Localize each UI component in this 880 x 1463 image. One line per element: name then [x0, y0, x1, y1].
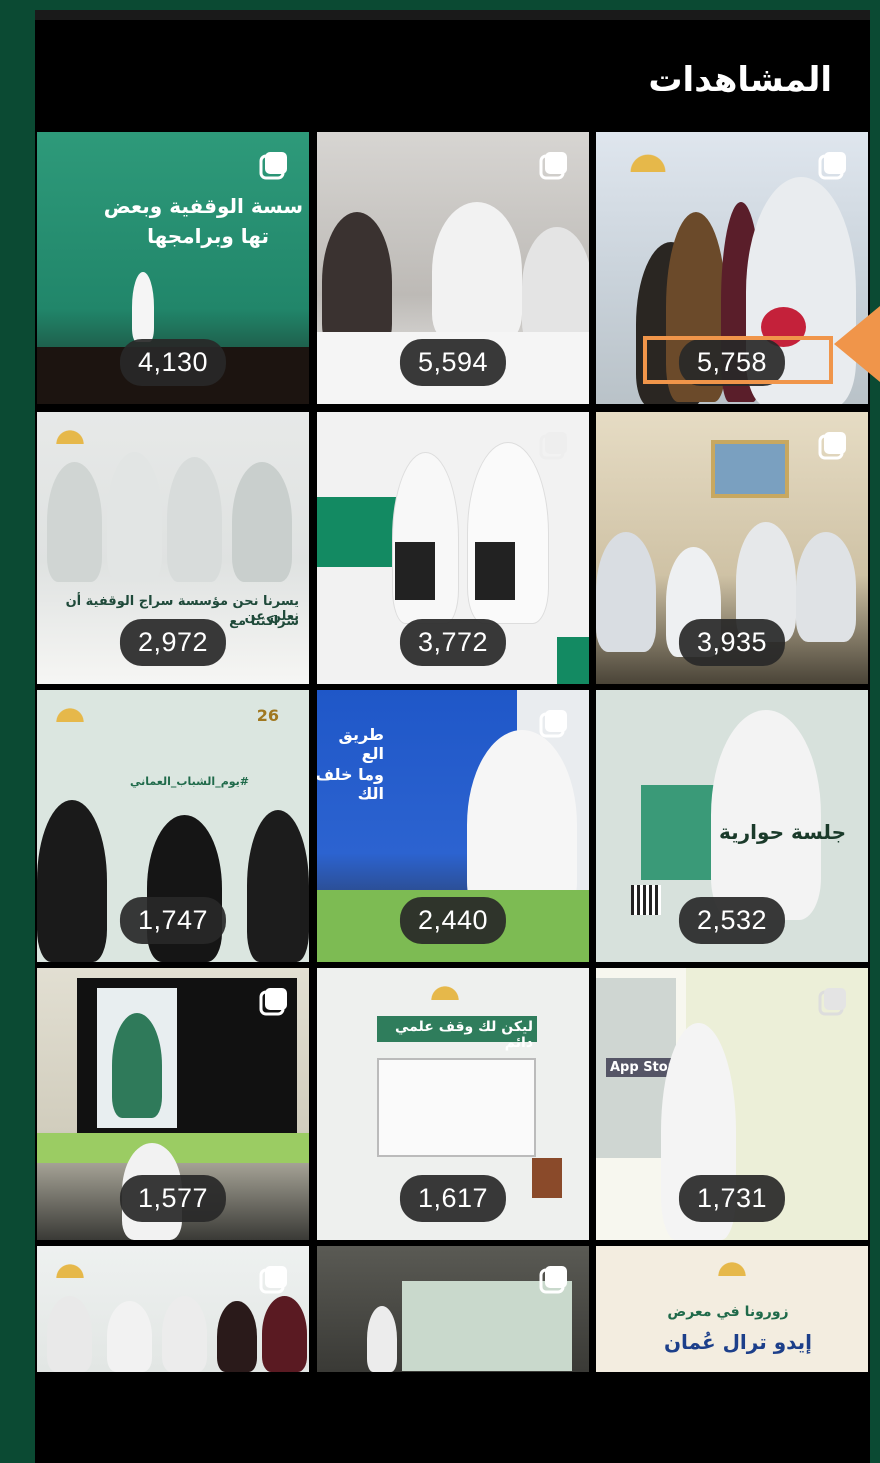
phone-screen: المشاهدات 5,758 5,594 سسة الوقفية وبعض ت…	[35, 10, 870, 1463]
overlay-line-1: سسة الوقفية وبعض	[103, 194, 303, 218]
view-count-badge: 3,935	[678, 619, 786, 666]
multi-post-icon	[539, 430, 569, 460]
view-count-badge: 5,594	[399, 339, 507, 386]
grid-tile-14[interactable]	[317, 1246, 589, 1372]
overlay-line-1: طريق الع	[338, 725, 384, 763]
overlay-line-1: زورونا في معرض	[667, 1304, 789, 1320]
multi-post-icon	[818, 430, 848, 460]
sun-logo-icon	[618, 142, 678, 172]
sun-logo-icon	[47, 420, 93, 444]
view-count-badge: 5,758	[678, 339, 786, 386]
view-count-badge: 2,972	[119, 619, 227, 666]
grid-tile-13[interactable]: زورونا في معرض إيدو ترال عُمان	[596, 1246, 868, 1372]
sun-logo-icon	[47, 1254, 93, 1278]
overlay-line-1: جلسة حوارية	[719, 820, 846, 844]
multi-post-icon	[259, 1264, 289, 1294]
multi-post-icon	[539, 150, 569, 180]
overlay-line-1: ليكن لك وقف علمي دائم	[395, 1019, 533, 1051]
posts-grid: 5,758 5,594 سسة الوقفية وبعض تها وبرامجه…	[37, 132, 868, 1372]
overlay-line-2: وما خلف الك	[317, 765, 384, 803]
overlay-line-1: 26	[256, 706, 279, 725]
view-count-badge: 1,731	[678, 1175, 786, 1222]
grid-tile-8[interactable]: طريق الع وما خلف الك 2,440	[317, 690, 589, 962]
view-count-badge: 4,130	[119, 339, 227, 386]
tile-photo: زورونا في معرض إيدو ترال عُمان	[596, 1246, 868, 1372]
annotation-arrow-icon	[834, 306, 880, 382]
overlay-line-2: إيدو ترال عُمان	[663, 1330, 813, 1354]
status-bar-edge	[35, 10, 870, 20]
grid-tile-2[interactable]: 5,594	[317, 132, 589, 404]
grid-tile-11[interactable]: ليكن لك وقف علمي دائم 1,617	[317, 968, 589, 1240]
grid-tile-3[interactable]: سسة الوقفية وبعض تها وبرامجها 4,130	[37, 132, 309, 404]
page-header: المشاهدات	[35, 20, 870, 140]
sun-logo-icon	[422, 976, 468, 1000]
grid-tile-1[interactable]: 5,758	[596, 132, 868, 404]
multi-post-icon	[259, 986, 289, 1016]
view-count-badge: 1,617	[399, 1175, 507, 1222]
view-count-badge: 3,772	[399, 619, 507, 666]
overlay-line-2: #يوم_الشباب_العماني	[130, 775, 249, 788]
grid-tile-5[interactable]: 3,772	[317, 412, 589, 684]
multi-post-icon	[539, 1264, 569, 1294]
grid-tile-6[interactable]: يسرنا نحن مؤسسة سراج الوقفية أن نعلن عن …	[37, 412, 309, 684]
multi-post-icon	[539, 708, 569, 738]
grid-tile-10[interactable]: App Store 1,731	[596, 968, 868, 1240]
multi-post-icon	[818, 986, 848, 1016]
grid-tile-15[interactable]	[37, 1246, 309, 1372]
grid-tile-7[interactable]: جلسة حوارية 2,532	[596, 690, 868, 962]
sun-logo-icon	[709, 1252, 755, 1276]
view-count-badge: 1,747	[119, 897, 227, 944]
view-count-badge: 2,532	[678, 897, 786, 944]
multi-post-icon	[818, 150, 848, 180]
grid-tile-4[interactable]: 3,935	[596, 412, 868, 684]
overlay-line-2: تها وبرامجها	[147, 224, 269, 248]
grid-tile-12[interactable]: 1,577	[37, 968, 309, 1240]
page-title: المشاهدات	[648, 60, 832, 100]
view-count-badge: 2,440	[399, 897, 507, 944]
grid-tile-9[interactable]: 26 #يوم_الشباب_العماني 1,747	[37, 690, 309, 962]
multi-post-icon	[259, 150, 289, 180]
sun-logo-icon	[47, 698, 93, 722]
view-count-badge: 1,577	[119, 1175, 227, 1222]
qr-code-icon	[631, 885, 661, 915]
